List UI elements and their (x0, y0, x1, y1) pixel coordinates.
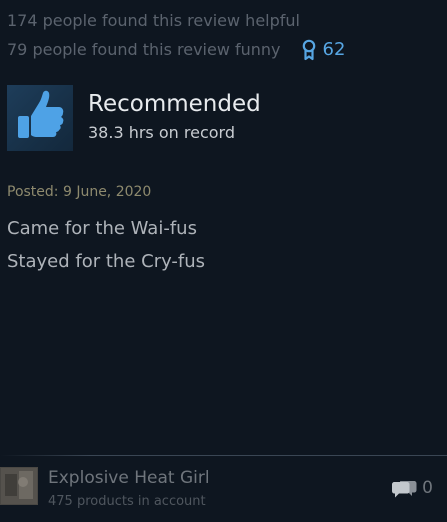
recommendation-title: Recommended (88, 91, 261, 117)
award-button[interactable]: 62 (301, 39, 346, 61)
award-count: 62 (322, 39, 346, 60)
author-name-link[interactable]: Explosive Heat Girl (48, 467, 210, 489)
divider (0, 455, 447, 456)
funny-count-text: 79 people found this review funny (7, 40, 281, 59)
comment-bubbles-icon (391, 477, 417, 499)
review-body: Came for the Wai-fus Stayed for the Cry-… (7, 212, 205, 278)
review-line: Came for the Wai-fus (7, 218, 197, 239)
thumbs-up-icon (13, 89, 67, 147)
review-line: Stayed for the Cry-fus (7, 251, 206, 272)
thumbs-up-badge (7, 85, 73, 151)
recommendation-text: Recommended 38.3 hrs on record (88, 91, 261, 144)
helpful-count-text: 174 people found this review helpful (7, 11, 300, 30)
comments-button[interactable]: 0 (391, 477, 433, 499)
hours-on-record: 38.3 hrs on record (88, 123, 235, 142)
funny-row: 79 people found this review funny 62 (7, 39, 345, 61)
comment-count: 0 (422, 478, 433, 498)
review-card: 174 people found this review helpful 79 … (0, 0, 447, 522)
author-row: Explosive Heat Girl 475 products in acco… (0, 463, 447, 515)
avatar[interactable] (0, 467, 38, 505)
posted-date: Posted: 9 June, 2020 (7, 184, 152, 200)
award-ribbon-icon (301, 39, 317, 61)
recommendation-block: Recommended 38.3 hrs on record (7, 85, 437, 151)
products-count: 475 products in account (48, 494, 206, 509)
